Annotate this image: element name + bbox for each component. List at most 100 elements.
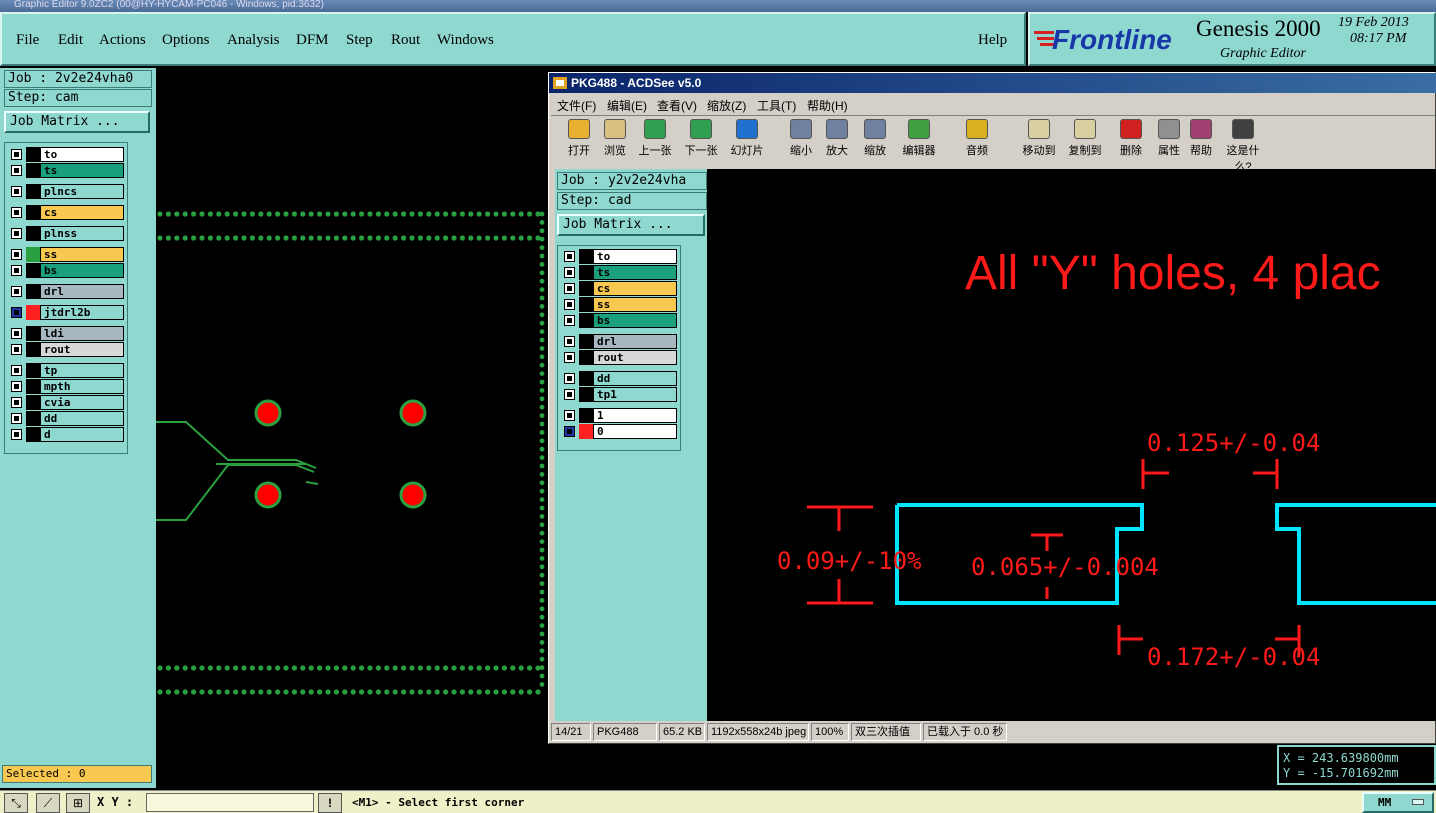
pad-dot [539, 287, 545, 292]
toolbar-button-next-image[interactable]: 下一张 [679, 119, 723, 161]
layer-checkbox[interactable] [11, 165, 22, 176]
xy-input[interactable] [146, 793, 314, 812]
toolbar-button-browse[interactable]: 浏览 [593, 119, 637, 161]
toolbar-button-move-to[interactable]: 移动到 [1017, 119, 1061, 161]
selected-count: Selected : 0 [2, 765, 152, 783]
menu-dfm[interactable]: DFM [296, 32, 329, 49]
menu-rout[interactable]: Rout [391, 32, 420, 49]
layer-checkbox[interactable] [11, 344, 22, 355]
menu-help[interactable]: Help [978, 32, 1007, 49]
grid-snap-icon[interactable]: ⊞ [66, 793, 90, 813]
layer-row[interactable]: ldi [8, 326, 126, 341]
layer-row[interactable]: cvia [8, 395, 126, 410]
image-viewport[interactable]: Job : y2v2e24vha Step: cad Job Matrix ..… [555, 169, 1436, 721]
alert-icon[interactable]: ! [318, 793, 342, 813]
menu-analysis[interactable]: Analysis [227, 32, 280, 49]
pad-dot [539, 295, 545, 301]
layer-name[interactable]: d [40, 427, 124, 442]
layer-row[interactable]: plnss [8, 226, 126, 241]
layer-name[interactable]: ldi [40, 326, 124, 341]
toolbar-button-help[interactable]: 帮助 [1179, 119, 1223, 161]
acd-menu-help[interactable]: 帮助(H) [807, 97, 848, 114]
layer-row[interactable]: ts [8, 163, 126, 178]
acdsee-window[interactable]: PKG488 - ACDSee v5.0 文件(F) 编辑(E) 查看(V) 缩… [548, 72, 1436, 744]
layer-name[interactable]: cvia [40, 395, 124, 410]
drill-hole[interactable] [399, 481, 427, 509]
job-matrix-button[interactable]: Job Matrix ... [4, 111, 150, 133]
layer-checkbox[interactable] [11, 286, 22, 297]
layer-checkbox[interactable] [11, 265, 22, 276]
pad-dot [485, 665, 491, 671]
layer-row[interactable]: drl [8, 284, 126, 299]
toolbar-button-zoom[interactable]: 缩放 [853, 119, 897, 161]
pcb-canvas[interactable] [156, 68, 548, 788]
layer-name[interactable]: mpth [40, 379, 124, 394]
drill-hole[interactable] [254, 399, 282, 427]
layer-checkbox[interactable] [11, 429, 22, 440]
layer-row[interactable]: tp [8, 363, 126, 378]
layer-checkbox[interactable] [11, 149, 22, 160]
acd-menu-zoom[interactable]: 缩放(Z) [707, 97, 746, 114]
layer-checkbox[interactable] [11, 365, 22, 376]
layer-row[interactable]: plncs [8, 184, 126, 199]
toolbar-button-audio[interactable]: 音频 [955, 119, 999, 161]
layer-checkbox[interactable] [11, 397, 22, 408]
layer-checkbox[interactable] [11, 186, 22, 197]
toolbar-button-editor[interactable]: 编辑器 [897, 119, 941, 161]
menu-file[interactable]: File [16, 32, 39, 49]
inner-layer-name: tp1 [593, 387, 677, 402]
menu-actions[interactable]: Actions [99, 32, 146, 49]
layer-checkbox[interactable] [11, 307, 22, 318]
toolbar-button-prev-image[interactable]: 上一张 [633, 119, 677, 161]
drill-hole[interactable] [399, 399, 427, 427]
acd-menu-edit[interactable]: 编辑(E) [607, 97, 647, 114]
layer-row[interactable]: dd [8, 411, 126, 426]
layer-row[interactable]: ss [8, 247, 126, 262]
acd-menu-view[interactable]: 查看(V) [657, 97, 697, 114]
layer-checkbox[interactable] [11, 381, 22, 392]
layer-name[interactable]: to [40, 147, 124, 162]
layer-checkbox[interactable] [11, 249, 22, 260]
step-name[interactable]: Step: cam [4, 89, 152, 107]
layer-row[interactable]: d [8, 427, 126, 442]
layer-checkbox[interactable] [11, 228, 22, 239]
layer-name[interactable]: ts [40, 163, 124, 178]
layer-name[interactable]: dd [40, 411, 124, 426]
acd-menu-tools[interactable]: 工具(T) [757, 97, 796, 114]
layer-name[interactable]: drl [40, 284, 124, 299]
pad-dot [539, 396, 545, 402]
layer-name[interactable]: jtdrl2b [40, 305, 124, 320]
measure-icon[interactable]: ⟋ [36, 793, 60, 813]
drill-hole[interactable] [254, 481, 282, 509]
layer-row[interactable]: to [8, 147, 126, 162]
pad-dot [300, 235, 306, 241]
layer-name[interactable]: cs [40, 205, 124, 220]
layer-checkbox[interactable] [11, 207, 22, 218]
zoom-window-icon[interactable]: ⤡ [4, 793, 28, 813]
acdsee-title-bar[interactable]: PKG488 - ACDSee v5.0 [549, 73, 1436, 93]
layer-row[interactable]: mpth [8, 379, 126, 394]
layer-row[interactable]: jtdrl2b [8, 305, 126, 320]
toolbar-button-whats-this[interactable]: 这是什么? [1221, 119, 1265, 173]
units-selector[interactable]: MM [1362, 792, 1434, 813]
menu-edit[interactable]: Edit [58, 32, 83, 49]
toolbar-button-copy-to[interactable]: 复制到 [1063, 119, 1107, 161]
layer-name[interactable]: ss [40, 247, 124, 262]
layer-row[interactable]: rout [8, 342, 126, 357]
layer-row[interactable]: cs [8, 205, 126, 220]
layer-name[interactable]: tp [40, 363, 124, 378]
layer-name[interactable]: plncs [40, 184, 124, 199]
menu-options[interactable]: Options [162, 32, 210, 49]
layer-name[interactable]: plnss [40, 226, 124, 241]
toolbar-button-slideshow[interactable]: 幻灯片 [725, 119, 769, 161]
menu-step[interactable]: Step [346, 32, 373, 49]
layer-row[interactable]: bs [8, 263, 126, 278]
layer-name[interactable]: rout [40, 342, 124, 357]
acd-menu-file[interactable]: 文件(F) [557, 97, 596, 114]
layer-checkbox[interactable] [11, 413, 22, 424]
job-name[interactable]: Job : 2v2e24vha0 [4, 70, 152, 88]
layer-name[interactable]: bs [40, 263, 124, 278]
inner-layer-checkbox [564, 352, 575, 363]
menu-windows[interactable]: Windows [437, 32, 494, 49]
layer-checkbox[interactable] [11, 328, 22, 339]
